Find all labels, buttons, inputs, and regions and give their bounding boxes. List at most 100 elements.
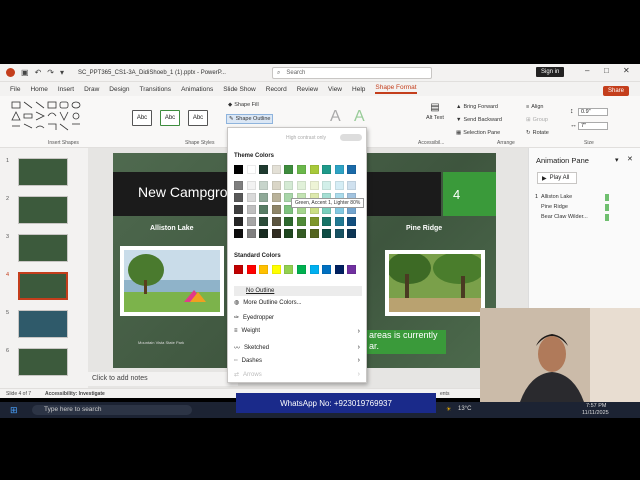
slide-number-box[interactable]: 4: [443, 172, 496, 216]
theme-shade-swatch[interactable]: [246, 205, 256, 214]
comments-button[interactable]: ents: [440, 391, 449, 397]
tab-home[interactable]: Home: [30, 86, 47, 93]
slide-thumbnail[interactable]: [18, 234, 68, 262]
shape-outline-button[interactable]: ✎ Shape Outline: [226, 114, 274, 124]
redo-icon[interactable]: ↷: [47, 68, 54, 77]
high-contrast-toggle[interactable]: [340, 134, 362, 141]
tab-help[interactable]: Help: [352, 86, 365, 93]
undo-icon[interactable]: ↶: [35, 68, 42, 77]
theme-color-swatch[interactable]: [246, 165, 256, 174]
shape-fill-button[interactable]: ◆ Shape Fill: [228, 102, 259, 108]
theme-shade-swatch[interactable]: [284, 229, 294, 238]
pane-options-icon[interactable]: ▾: [615, 156, 619, 164]
align-button[interactable]: ≡ Align: [526, 104, 543, 110]
theme-shade-swatch[interactable]: [297, 181, 306, 190]
slide-thumbnail[interactable]: [18, 310, 68, 338]
standard-color-swatch[interactable]: [347, 265, 357, 274]
height-input[interactable]: 0.9": [578, 108, 608, 116]
group-button[interactable]: ⊞ Group: [526, 117, 548, 123]
theme-shade-swatch[interactable]: [334, 217, 344, 226]
text-outline-icon[interactable]: A: [354, 108, 365, 126]
tab-design[interactable]: Design: [109, 86, 129, 93]
sign-in-button[interactable]: Sign in: [536, 67, 565, 77]
accessibility-status[interactable]: Accessibility: Investigate: [45, 391, 105, 397]
standard-color-swatch[interactable]: [284, 265, 294, 274]
theme-color-swatch[interactable]: [259, 165, 269, 174]
arrows-item[interactable]: ⇄ Arrows ›: [234, 371, 362, 378]
theme-shade-swatch[interactable]: [309, 229, 319, 238]
tab-record[interactable]: Record: [266, 86, 287, 93]
theme-color-swatch[interactable]: [322, 165, 332, 174]
pane-close-icon[interactable]: ✕: [627, 155, 633, 163]
slide-title[interactable]: New Campgro: [138, 184, 227, 200]
eyedropper-item[interactable]: ✑ Eyedropper: [234, 314, 362, 322]
shape-style-2[interactable]: Abc: [160, 110, 180, 126]
slide-thumbnail[interactable]: [18, 348, 68, 376]
theme-shade-swatch[interactable]: [271, 181, 281, 190]
theme-shade-swatch[interactable]: [309, 181, 319, 190]
selection-pane-button[interactable]: ▦ Selection Pane: [456, 130, 500, 136]
theme-shade-swatch[interactable]: [259, 181, 269, 190]
theme-shade-swatch[interactable]: [322, 229, 332, 238]
theme-shade-swatch[interactable]: [347, 181, 357, 190]
shape-style-3[interactable]: Abc: [188, 110, 208, 126]
theme-shade-swatch[interactable]: [271, 193, 281, 202]
theme-shade-swatch[interactable]: [284, 217, 294, 226]
theme-shade-swatch[interactable]: [259, 193, 269, 202]
slide-thumbnail[interactable]: [18, 158, 68, 186]
theme-shade-swatch[interactable]: [259, 205, 269, 214]
theme-shade-swatch[interactable]: [246, 181, 256, 190]
theme-shade-swatch[interactable]: [246, 217, 256, 226]
theme-shade-swatch[interactable]: [259, 229, 269, 238]
theme-shade-swatch[interactable]: [234, 193, 243, 202]
theme-shade-swatch[interactable]: [234, 181, 243, 190]
slide-text-box[interactable]: areas is currently ar.: [366, 330, 446, 354]
dashes-item[interactable]: ┄ Dashes ›: [234, 357, 362, 364]
weather-icon[interactable]: ☀: [446, 406, 451, 413]
standard-color-swatch[interactable]: [259, 265, 269, 274]
right-photo[interactable]: [385, 250, 485, 316]
width-input[interactable]: 7": [578, 122, 608, 130]
play-all-button[interactable]: ▶ Play All: [537, 172, 577, 184]
rotate-button[interactable]: ↻ Rotate: [526, 130, 549, 136]
theme-color-swatch[interactable]: [297, 165, 306, 174]
theme-color-swatch[interactable]: [347, 165, 357, 174]
tab-file[interactable]: File: [10, 86, 20, 93]
more-outline-colors-item[interactable]: ◍ More Outline Colors...: [234, 299, 362, 307]
send-backward-button[interactable]: ▼ Send Backward: [456, 117, 502, 123]
theme-shade-swatch[interactable]: [347, 229, 357, 238]
theme-shade-swatch[interactable]: [271, 205, 281, 214]
theme-shade-swatch[interactable]: [259, 217, 269, 226]
search-box[interactable]: ⌕ Search: [272, 67, 432, 79]
theme-shade-swatch[interactable]: [297, 217, 306, 226]
standard-color-swatch[interactable]: [271, 265, 281, 274]
theme-color-swatch[interactable]: [334, 165, 344, 174]
animation-item[interactable]: Alliston Lake: [541, 194, 572, 200]
theme-color-swatch[interactable]: [234, 165, 243, 174]
theme-shade-swatch[interactable]: [234, 205, 243, 214]
customize-icon[interactable]: ▾: [60, 68, 64, 77]
theme-shade-swatch[interactable]: [284, 181, 294, 190]
theme-shade-swatch[interactable]: [334, 229, 344, 238]
bring-forward-button[interactable]: ▲ Bring Forward: [456, 104, 498, 110]
tab-insert[interactable]: Insert: [58, 86, 74, 93]
shapes-gallery[interactable]: [10, 100, 95, 138]
tab-slide-show[interactable]: Slide Show: [223, 86, 256, 93]
theme-color-swatch[interactable]: [284, 165, 294, 174]
sketched-item[interactable]: 〰 Sketched ›: [234, 343, 362, 352]
tab-animations[interactable]: Animations: [181, 86, 213, 93]
animation-item[interactable]: Bear Claw Wilder...: [541, 214, 588, 220]
theme-shade-swatch[interactable]: [246, 193, 256, 202]
animation-item[interactable]: Pine Ridge: [541, 204, 568, 210]
standard-color-swatch[interactable]: [234, 265, 243, 274]
tab-draw[interactable]: Draw: [84, 86, 99, 93]
tab-view[interactable]: View: [328, 86, 342, 93]
windows-start-icon[interactable]: ⊞: [10, 405, 18, 416]
theme-color-swatch[interactable]: [271, 165, 281, 174]
alt-text-button[interactable]: ▤ Alt Text: [426, 102, 444, 121]
theme-shade-swatch[interactable]: [234, 217, 243, 226]
left-photo[interactable]: [120, 246, 224, 316]
theme-shade-swatch[interactable]: [234, 229, 243, 238]
minimize-icon[interactable]: –: [585, 66, 589, 75]
notes-pane[interactable]: Click to add notes: [88, 372, 238, 386]
